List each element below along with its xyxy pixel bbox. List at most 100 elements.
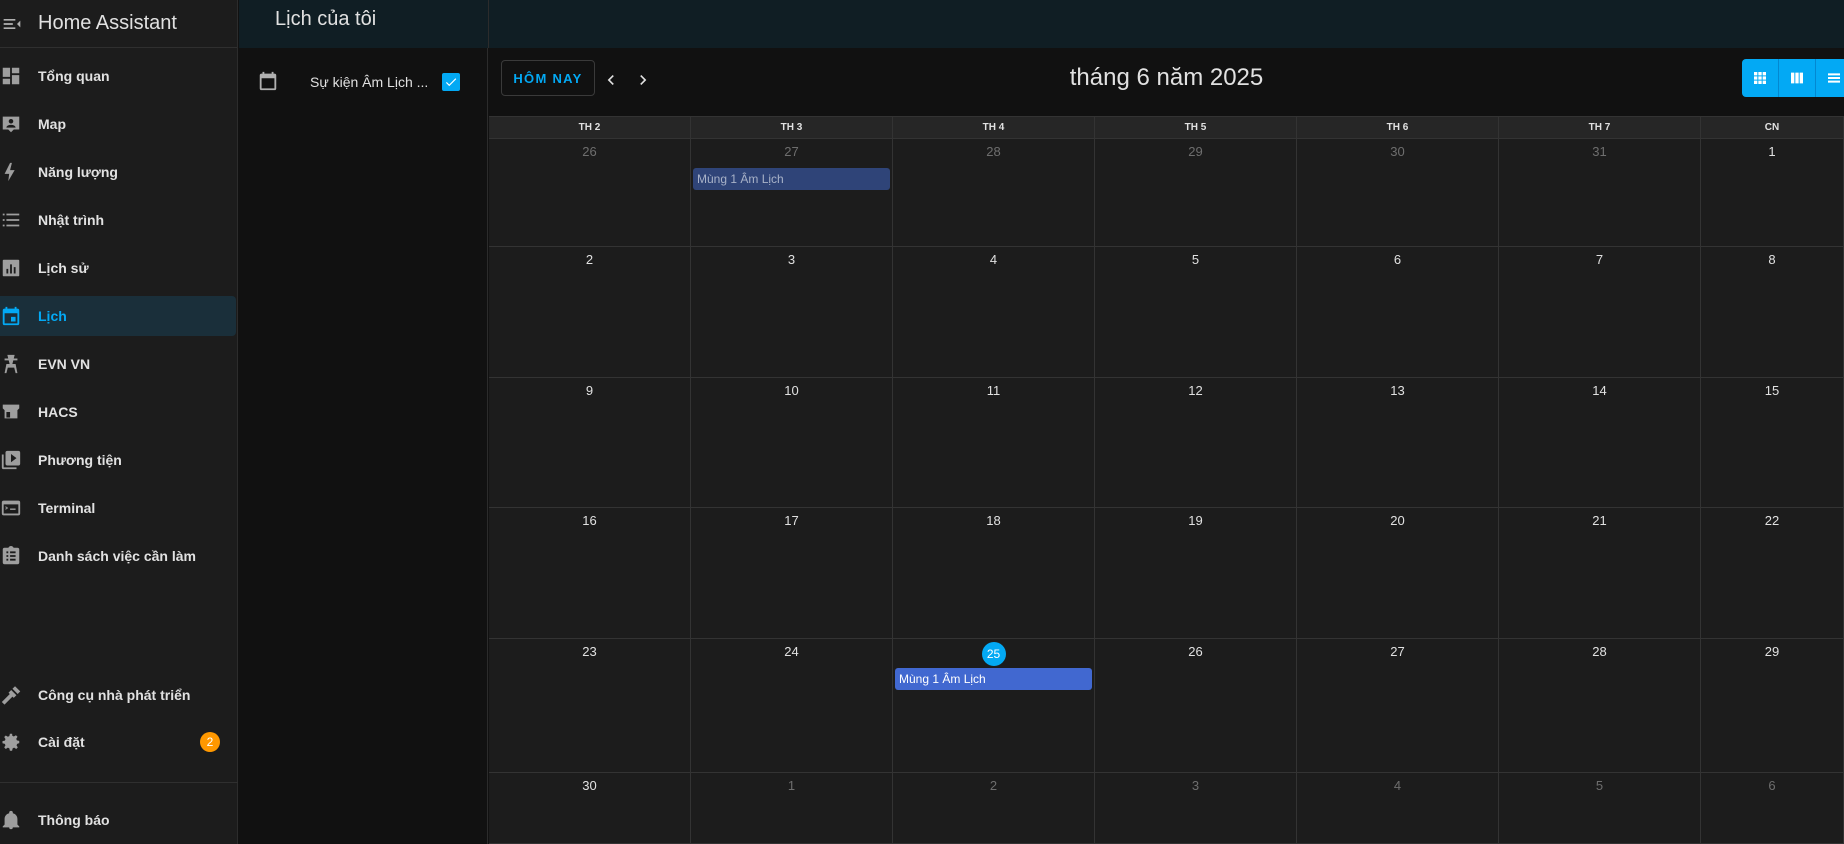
sidebar-item-developer-tools[interactable]: Công cụ nhà phát triển — [0, 675, 236, 715]
date-number: 28 — [1592, 644, 1607, 659]
sidebar-header: Home Assistant — [0, 0, 237, 48]
day-cell[interactable]: 21 — [1499, 508, 1701, 639]
day-cell[interactable]: 18 — [893, 508, 1095, 639]
day-cell[interactable]: 23 — [489, 639, 691, 773]
map-account-icon — [0, 112, 23, 136]
weekday-label: TH 2 — [489, 117, 691, 139]
calendar-event[interactable]: Mùng 1 Âm Lịch — [895, 668, 1092, 690]
week-view-icon[interactable] — [1779, 59, 1816, 97]
sidebar-item-label: Map — [38, 116, 66, 132]
date-number: 26 — [1188, 644, 1203, 659]
day-cell[interactable]: 19 — [1095, 508, 1297, 639]
date-number: 22 — [1764, 513, 1780, 528]
weekday-label: CN — [1701, 117, 1844, 139]
sidebar-item-notifications[interactable]: Thông báo — [0, 800, 236, 840]
day-cell[interactable]: 10 — [691, 378, 893, 508]
sidebar-item-phương-tiện[interactable]: Phương tiện — [0, 440, 236, 480]
sidebar-item-evn-vn[interactable]: EVN VN — [0, 344, 236, 384]
date-number: 15 — [1764, 383, 1780, 398]
day-cell[interactable]: 27 Mùng 1 Âm Lịch — [691, 139, 893, 247]
day-cell[interactable]: 8 — [1701, 247, 1844, 378]
month-view-icon[interactable] — [1742, 59, 1779, 97]
day-cell[interactable]: 7 — [1499, 247, 1701, 378]
day-cell[interactable]: 17 — [691, 508, 893, 639]
day-cell[interactable]: 3 — [691, 247, 893, 378]
date-number: 27 — [1390, 644, 1405, 659]
sidebar-item-danh-sách-việc-cần-làm[interactable]: Danh sách việc cần làm — [0, 536, 236, 576]
day-cell[interactable]: 6 — [1701, 773, 1844, 844]
menu-collapse-icon[interactable] — [0, 12, 24, 36]
day-cell[interactable]: 5 — [1499, 773, 1701, 844]
sidebar-item-nhật-trình[interactable]: Nhật trình — [0, 200, 236, 240]
day-cell[interactable]: 30 — [1297, 139, 1499, 247]
sidebar-item-settings[interactable]: Cài đặt 2 — [0, 722, 236, 762]
date-number: 4 — [989, 252, 998, 267]
day-cell[interactable]: 3 — [1095, 773, 1297, 844]
sidebar-item-map[interactable]: Map — [0, 104, 236, 144]
gear-icon — [0, 730, 23, 754]
day-cell[interactable]: 9 — [489, 378, 691, 508]
chart-box-icon — [0, 256, 23, 280]
day-cell[interactable]: 5 — [1095, 247, 1297, 378]
sidebar-item-tổng-quan[interactable]: Tổng quan — [0, 56, 236, 96]
day-cell[interactable]: 14 — [1499, 378, 1701, 508]
day-cell[interactable]: 20 — [1297, 508, 1499, 639]
day-cell[interactable]: 26 — [489, 139, 691, 247]
day-cell[interactable]: 16 — [489, 508, 691, 639]
bell-icon — [0, 808, 23, 832]
date-number: 5 — [1191, 252, 1200, 267]
day-cell[interactable]: 27 — [1297, 639, 1499, 773]
day-cell[interactable]: 24 — [691, 639, 893, 773]
clipboard-list-icon — [0, 544, 23, 568]
calendar-entry[interactable]: Sự kiện Âm Lịch ... — [239, 66, 488, 98]
sidebar-item-lịch-sử[interactable]: Lịch sử — [0, 248, 236, 288]
day-cell[interactable]: 11 — [893, 378, 1095, 508]
day-cell[interactable]: 15 — [1701, 378, 1844, 508]
day-cell[interactable]: 1 — [1701, 139, 1844, 247]
sidebar: Home Assistant Tổng quan Map Năng lượng Nhậ… — [0, 0, 238, 844]
date-number: 23 — [582, 644, 597, 659]
day-cell[interactable]: 12 — [1095, 378, 1297, 508]
day-cell[interactable]: 30 — [489, 773, 691, 844]
day-cell[interactable]: 2 — [489, 247, 691, 378]
sidebar-item-label: Lịch — [38, 308, 67, 324]
date-number: 8 — [1768, 252, 1776, 267]
day-cell[interactable]: 26 — [1095, 639, 1297, 773]
day-cell[interactable]: 29 — [1095, 139, 1297, 247]
day-cell[interactable]: 4 — [1297, 773, 1499, 844]
date-number: 31 — [1592, 144, 1607, 159]
date-number: 1 — [1768, 144, 1776, 159]
day-cell[interactable]: 2 — [893, 773, 1095, 844]
day-cell[interactable]: 28 — [1499, 639, 1701, 773]
date-number: 26 — [582, 144, 597, 159]
date-number: 30 — [582, 778, 597, 793]
date-number: 5 — [1595, 778, 1604, 793]
sidebar-item-terminal[interactable]: Terminal — [0, 488, 236, 528]
calendar-event[interactable]: Mùng 1 Âm Lịch — [693, 168, 890, 190]
day-cell[interactable]: 4 — [893, 247, 1095, 378]
transmission-tower-icon — [0, 352, 23, 376]
date-number: 13 — [1390, 383, 1405, 398]
date-number: 28 — [986, 144, 1001, 159]
date-number: 2 — [585, 252, 594, 267]
format-list-icon — [0, 208, 23, 232]
day-cell[interactable]: 13 — [1297, 378, 1499, 508]
day-cell[interactable]: 29 — [1701, 639, 1844, 773]
date-number: 30 — [1390, 144, 1405, 159]
list-view-icon[interactable] — [1816, 59, 1844, 97]
date-number: 27 — [784, 144, 799, 159]
sidebar-item-hacs[interactable]: HACS — [0, 392, 236, 432]
date-number: 3 — [787, 252, 796, 267]
view-toggle-group — [1742, 59, 1844, 97]
date-number: 6 — [1393, 252, 1402, 267]
day-cell[interactable]: 28 — [893, 139, 1095, 247]
calendar-checkbox[interactable] — [442, 73, 460, 91]
day-cell[interactable]: 25 Mùng 1 Âm Lịch — [893, 639, 1095, 773]
day-cell[interactable]: 6 — [1297, 247, 1499, 378]
date-number: 3 — [1191, 778, 1200, 793]
day-cell[interactable]: 22 — [1701, 508, 1844, 639]
day-cell[interactable]: 31 — [1499, 139, 1701, 247]
sidebar-item-năng-lượng[interactable]: Năng lượng — [0, 152, 236, 192]
day-cell[interactable]: 1 — [691, 773, 893, 844]
sidebar-item-lịch[interactable]: Lịch — [0, 296, 236, 336]
